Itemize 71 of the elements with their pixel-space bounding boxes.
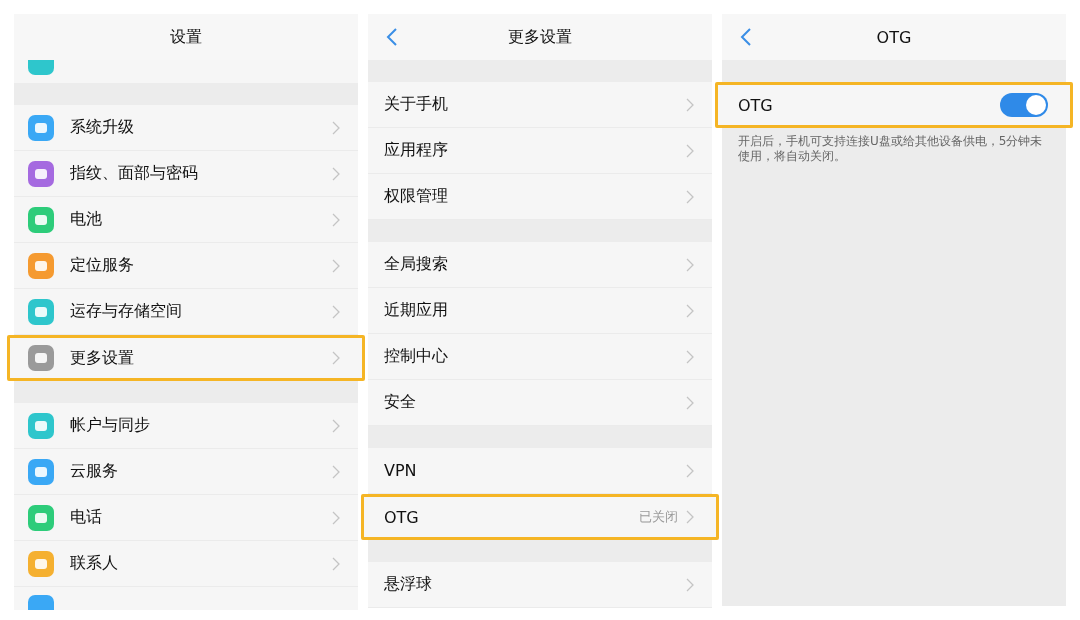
list-row[interactable]: 近期应用 — [368, 288, 712, 334]
list-row[interactable]: 更多设置 — [7, 335, 365, 381]
row-label: 指纹、面部与密码 — [70, 163, 199, 184]
back-icon[interactable] — [740, 27, 752, 47]
row-label: VPN — [383, 461, 418, 480]
row-label: 近期应用 — [383, 300, 449, 321]
chevron-icon — [332, 212, 340, 227]
chevron-icon — [332, 510, 340, 525]
list-row[interactable]: 控制中心 — [368, 334, 712, 380]
list-row[interactable]: 帐户与同步 — [14, 403, 358, 449]
list-row[interactable]: 电话 — [14, 495, 358, 541]
row-label: 安全 — [383, 392, 417, 413]
chevron-icon — [686, 349, 694, 364]
list-row[interactable]: 安全 — [368, 380, 712, 426]
list-row[interactable]: 权限管理 — [368, 174, 712, 220]
list-row[interactable]: 系统升级 — [14, 105, 358, 151]
list-row[interactable]: 电池 — [14, 197, 358, 243]
list-row[interactable]: VPN — [368, 448, 712, 494]
row-label: 运存与存储空间 — [70, 301, 183, 322]
chevron-icon — [686, 97, 694, 112]
chevron-icon — [332, 351, 340, 365]
row-label: 帐户与同步 — [70, 415, 151, 436]
screen-title: 更多设置 — [508, 26, 572, 48]
list-row[interactable]: 全局搜索 — [368, 242, 712, 288]
chevron-icon — [686, 257, 694, 272]
list-row[interactable]: 联系人 — [14, 541, 358, 587]
list-row[interactable]: 应用程序 — [368, 128, 712, 174]
chevron-icon — [686, 143, 694, 158]
row-label: OTG — [737, 95, 774, 115]
back-icon[interactable] — [386, 27, 398, 47]
row-label: 联系人 — [70, 553, 119, 574]
chevron-icon — [332, 418, 340, 433]
list-row[interactable]: 关于手机 — [368, 82, 712, 128]
chevron-icon — [332, 120, 340, 135]
row-label: 悬浮球 — [383, 574, 433, 595]
row-label: 全局搜索 — [383, 254, 449, 275]
row-label: OTG — [383, 507, 420, 527]
chevron-icon — [686, 189, 694, 204]
chevron-icon — [686, 577, 694, 592]
screen-title: OTG — [876, 27, 912, 47]
chevron-icon — [686, 510, 694, 524]
chevron-icon — [332, 556, 340, 571]
chevron-icon — [686, 303, 694, 318]
row-label: 电池 — [70, 209, 103, 230]
list-row[interactable]: 运存与存储空间 — [14, 289, 358, 335]
row-label: 电话 — [70, 507, 103, 528]
row-label: 权限管理 — [383, 186, 449, 207]
row-label: 更多设置 — [70, 347, 135, 369]
row-label: 系统升级 — [70, 117, 135, 138]
list-row[interactable] — [14, 60, 358, 83]
row-label: 控制中心 — [383, 346, 449, 367]
row-label: 应用程序 — [383, 140, 449, 161]
chevron-icon — [686, 395, 694, 410]
list-row[interactable]: 悬浮球 — [368, 562, 712, 608]
list-row[interactable] — [14, 587, 358, 610]
row-value: 已关闭 — [639, 508, 678, 526]
chevron-icon — [332, 464, 340, 479]
list-row[interactable]: OTG 已关闭 — [361, 494, 719, 540]
chevron-icon — [332, 258, 340, 273]
screen-title: 设置 — [170, 26, 202, 48]
row-label: 云服务 — [70, 461, 119, 482]
chevron-icon — [686, 463, 694, 478]
list-row[interactable]: 云服务 — [14, 449, 358, 495]
chevron-icon — [332, 166, 340, 181]
row-label: 定位服务 — [70, 255, 135, 276]
description-text: 开启后，手机可支持连接U盘或给其他设备供电，5分钟未使用，将自动关闭。 — [737, 134, 1044, 164]
list-row[interactable]: 指纹、面部与密码 — [14, 151, 358, 197]
row-label: 关于手机 — [383, 94, 449, 115]
list-row[interactable]: 定位服务 — [14, 243, 358, 289]
chevron-icon — [332, 304, 340, 319]
toggle-switch[interactable] — [1000, 93, 1048, 117]
